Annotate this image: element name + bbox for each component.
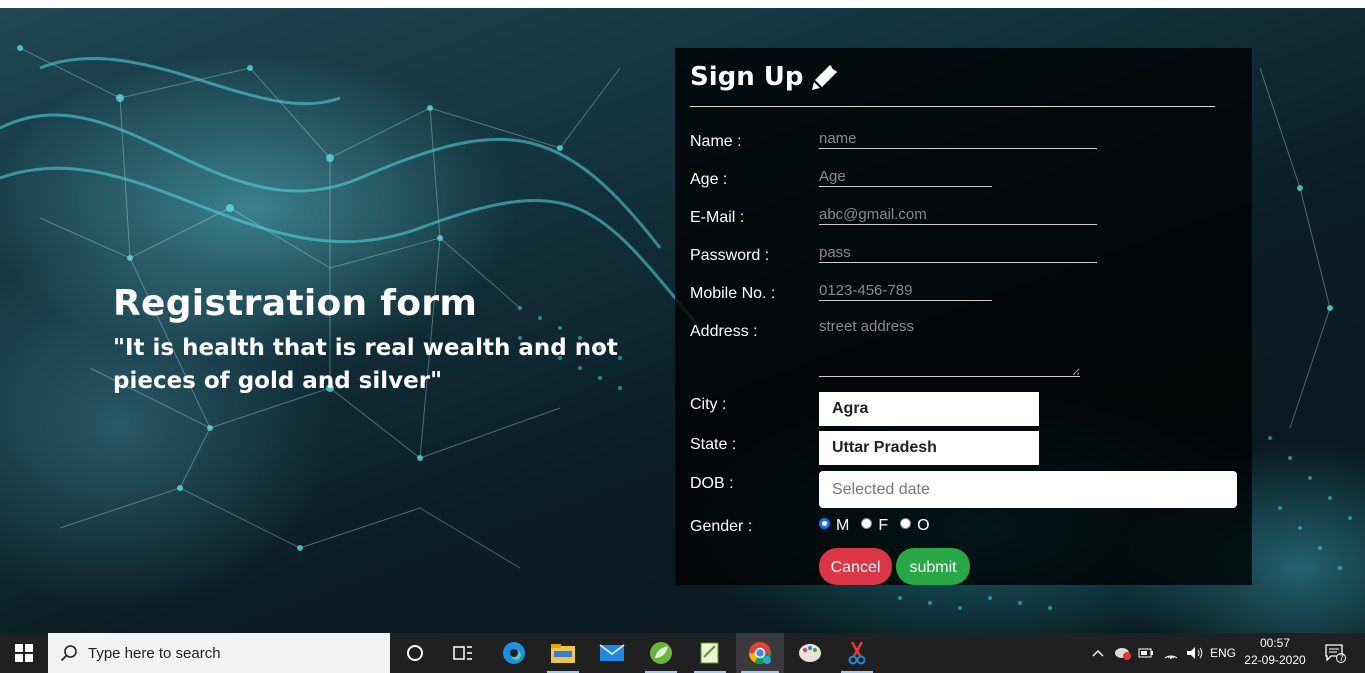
paint-palette-icon xyxy=(799,644,821,662)
gender-option-m: M xyxy=(836,517,850,534)
leaf-icon xyxy=(650,642,672,664)
notepad-plus-icon xyxy=(700,642,719,664)
taskbar-editor[interactable] xyxy=(689,633,731,673)
name-input[interactable] xyxy=(819,128,1097,149)
task-view-button[interactable] xyxy=(443,633,483,673)
title-divider xyxy=(690,106,1215,107)
pencil-icon xyxy=(811,65,837,90)
address-textarea[interactable] xyxy=(819,318,1080,377)
taskbar-search-box[interactable]: Type here to search xyxy=(48,633,390,673)
dob-label: DOB : xyxy=(690,475,734,492)
taskbar-file-explorer[interactable] xyxy=(542,633,584,673)
signup-panel: Sign Up Name : Age : E-Mail : Password :… xyxy=(675,48,1252,585)
name-label: Name : xyxy=(690,133,742,150)
gender-option-o: O xyxy=(917,517,930,534)
gender-radio-group: M F O xyxy=(819,517,942,535)
tray-app-icon[interactable] xyxy=(1112,633,1134,673)
city-field[interactable]: Agra xyxy=(819,392,1039,426)
show-hidden-icons-button[interactable] xyxy=(1088,633,1108,673)
gender-radio-f[interactable]: F xyxy=(861,517,888,535)
age-label: Age : xyxy=(690,171,728,188)
wifi-button[interactable] xyxy=(1160,633,1182,673)
address-label: Address : xyxy=(690,323,758,340)
battery-button[interactable] xyxy=(1136,633,1156,673)
radio-unselected-icon xyxy=(861,517,873,529)
chrome-icon xyxy=(749,642,771,664)
city-label: City : xyxy=(690,396,727,413)
search-placeholder: Type here to search xyxy=(88,644,221,662)
mobile-label: Mobile No. : xyxy=(690,285,776,302)
taskbar-spring-app[interactable] xyxy=(640,633,682,673)
state-label: State : xyxy=(690,436,737,453)
window-top-strip xyxy=(0,0,1365,8)
taskbar: Type here to search ENG 00:57 22-09-2020… xyxy=(0,633,1365,673)
cortana-circle-icon xyxy=(407,645,423,661)
hero-section: Registration form "It is health that is … xyxy=(113,282,633,398)
taskbar-paint[interactable] xyxy=(789,633,831,673)
email-input[interactable] xyxy=(819,204,1097,225)
folder-icon xyxy=(551,644,575,663)
password-label: Password : xyxy=(690,247,770,264)
action-center-button[interactable]: 7 xyxy=(1318,633,1352,673)
start-button[interactable] xyxy=(0,633,48,673)
signup-title: Sign Up xyxy=(690,62,804,92)
notification-count: 7 xyxy=(1339,653,1345,663)
taskbar-chrome[interactable] xyxy=(736,633,784,673)
scissors-icon xyxy=(848,641,866,665)
hero-quote: "It is health that is real wealth and no… xyxy=(113,335,618,394)
taskbar-edge[interactable] xyxy=(493,633,535,673)
clock-time: 00:57 xyxy=(1259,636,1291,650)
speaker-icon xyxy=(1187,647,1203,659)
language-indicator[interactable]: ENG xyxy=(1208,633,1238,673)
dob-input[interactable]: Selected date xyxy=(819,471,1237,508)
task-view-icon xyxy=(453,646,472,660)
mail-icon xyxy=(599,644,625,661)
signup-heading: Sign Up xyxy=(690,58,840,96)
gender-label: Gender : xyxy=(690,518,753,535)
taskbar-clock[interactable]: 00:57 22-09-2020 xyxy=(1240,635,1310,669)
mobile-input[interactable] xyxy=(819,280,992,301)
email-label: E-Mail : xyxy=(690,209,745,226)
cortana-button[interactable] xyxy=(395,633,435,673)
edge-browser-icon xyxy=(503,642,525,664)
chevron-up-icon xyxy=(1092,649,1104,657)
password-input[interactable] xyxy=(819,242,1097,263)
age-input[interactable] xyxy=(819,166,992,187)
gender-option-f: F xyxy=(878,517,889,534)
battery-icon xyxy=(1138,648,1153,658)
volume-button[interactable] xyxy=(1184,633,1206,673)
radio-selected-icon xyxy=(819,517,830,529)
radio-unselected-icon xyxy=(900,517,912,529)
hero-title: Registration form xyxy=(113,283,478,324)
cloud-error-icon xyxy=(1115,648,1131,660)
gender-radio-m[interactable]: M xyxy=(819,517,849,535)
gender-radio-o[interactable]: O xyxy=(900,517,930,535)
taskbar-mail[interactable] xyxy=(591,633,633,673)
submit-button[interactable]: submit xyxy=(896,548,970,585)
windows-icon xyxy=(15,644,33,662)
state-field[interactable]: Uttar Pradesh xyxy=(819,431,1039,465)
wifi-icon xyxy=(1164,655,1178,659)
cancel-button[interactable]: Cancel xyxy=(819,548,892,585)
clock-date: 22-09-2020 xyxy=(1244,653,1306,667)
search-icon xyxy=(60,645,77,662)
taskbar-snipping-tool[interactable] xyxy=(836,633,878,673)
